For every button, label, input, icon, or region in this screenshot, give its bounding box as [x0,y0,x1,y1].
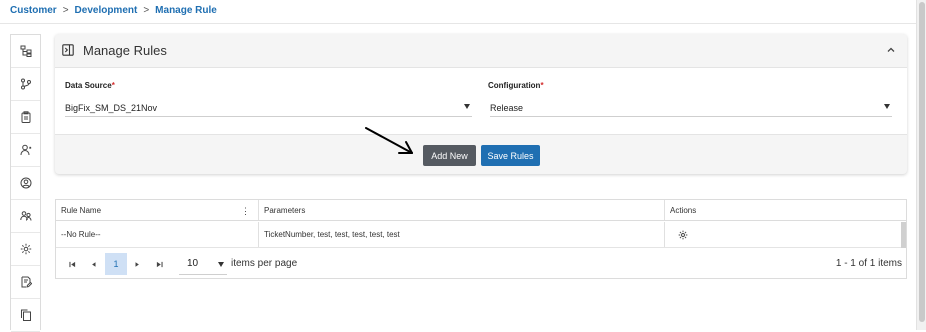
side-navigation [10,34,41,332]
pagination-info: 1 - 1 of 1 items [835,258,902,269]
add-new-button[interactable]: Add New [423,145,476,166]
sidebar-item-document-edit[interactable] [11,266,40,299]
users-icon [19,211,31,221]
panel-header[interactable]: Manage Rules [55,34,907,66]
previous-page-icon [92,261,96,267]
grid-scrollbar[interactable] [901,222,906,248]
previous-page-button[interactable] [87,257,101,271]
panel-form: Data Source* BigFix_SM_DS_21Nov Configur… [55,67,907,135]
breadcrumb-separator: > [143,4,150,16]
workflow-icon [20,78,31,90]
data-source-select[interactable]: BigFix_SM_DS_21Nov [65,99,472,117]
settings-icon [20,243,31,255]
page-size-select[interactable]: 10 [179,253,227,275]
sidebar-item-user[interactable] [11,134,40,167]
gear-icon[interactable] [678,230,688,240]
sidebar-item-copy[interactable] [11,299,40,332]
data-source-label: Data Source* [65,81,115,90]
breadcrumb-separator: > [62,4,69,16]
document-edit-icon [21,276,32,288]
pagination: 1 10 items per page 1 - 1 of 1 items [56,249,906,279]
page-scrollbar-thumb[interactable] [919,2,925,322]
sidebar-toggle-icon[interactable] [62,44,74,56]
manage-rules-panel: Manage Rules Data Source* BigFix_SM_DS_2… [55,34,907,174]
actions-cell [665,222,905,247]
next-page-button[interactable] [130,257,144,271]
first-page-button[interactable] [65,257,79,271]
chevron-up-icon[interactable] [885,44,897,56]
configuration-label: Configuration* [488,81,544,90]
sidebar-item-hierarchy[interactable] [11,35,40,68]
first-page-icon [68,261,75,267]
caret-down-icon [218,262,224,267]
table-row[interactable]: --No Rule-- TicketNumber, test, test, te… [56,222,906,248]
rules-grid: Rule Name ⋮ Parameters Actions --No Rule… [55,199,907,279]
page-scrollbar[interactable] [916,0,926,330]
configuration-value: Release [490,102,524,113]
sidebar-item-users[interactable] [11,200,40,233]
annotation-arrow-icon [365,127,413,154]
column-header-rule-name[interactable]: Rule Name ⋮ [56,200,259,220]
grid-header: Rule Name ⋮ Parameters Actions [56,200,906,221]
breadcrumb: Customer > Development > Manage Rule [10,3,217,17]
column-menu-icon[interactable]: ⋮ [241,206,250,217]
column-header-actions: Actions [670,205,697,215]
breadcrumb-customer[interactable]: Customer [10,5,57,16]
breadcrumb-manage-rule: Manage Rule [155,4,217,16]
parameters-cell: TicketNumber, test, test, test, test, te… [259,222,665,247]
page-number-current[interactable]: 1 [105,253,127,275]
column-header-parameters[interactable]: Parameters [259,200,665,220]
sidebar-item-workflow[interactable] [11,68,40,101]
user-circle-icon [20,177,31,189]
caret-down-icon [884,104,890,109]
sidebar-item-settings[interactable] [11,233,40,266]
page-size-value: 10 [187,258,199,269]
last-page-icon [156,261,163,267]
sidebar-item-account[interactable] [11,167,40,200]
panel-title: Manage Rules [83,43,167,58]
next-page-icon [135,261,139,267]
rule-name-cell: --No Rule-- [56,222,259,247]
data-source-value: BigFix_SM_DS_21Nov [65,102,158,113]
caret-down-icon [464,104,470,109]
save-rules-button[interactable]: Save Rules [481,145,540,166]
user-icon [20,144,31,156]
copy-icon [20,309,31,321]
configuration-select[interactable]: Release [490,99,892,117]
items-per-page-label: items per page [231,258,298,269]
last-page-button[interactable] [152,257,166,271]
header-divider [0,23,916,24]
breadcrumb-development[interactable]: Development [75,5,138,16]
clipboard-icon [21,111,30,123]
sidebar-item-clipboard[interactable] [11,101,40,134]
hierarchy-icon [20,45,31,57]
